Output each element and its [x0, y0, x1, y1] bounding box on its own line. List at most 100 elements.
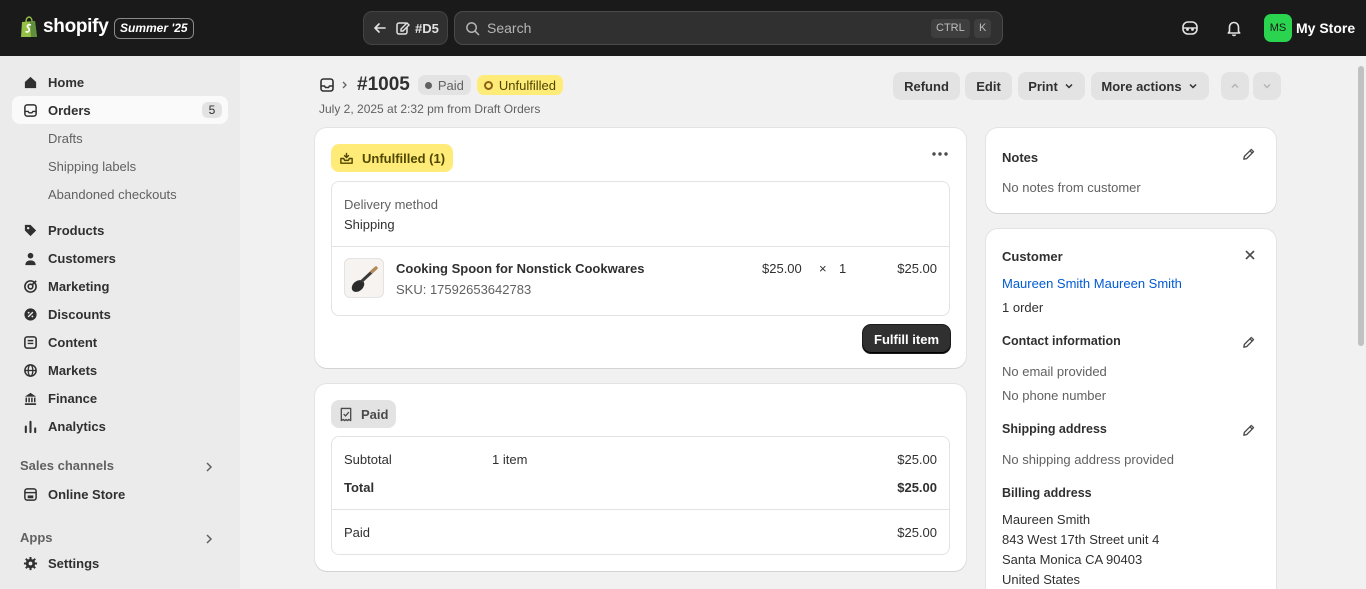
- sidebar-item-home[interactable]: Home: [12, 68, 228, 96]
- bar-chart-icon: [22, 418, 38, 434]
- tag-icon: [22, 222, 38, 238]
- billing-line: 843 West 17th Street unit 4: [1002, 532, 1160, 547]
- content-icon: [22, 334, 38, 350]
- inbox-icon[interactable]: [319, 77, 335, 93]
- order-header: #1005 Paid Unfulfilled: [319, 74, 569, 96]
- customer-title: Customer: [1002, 249, 1063, 264]
- brand-name: shopify: [43, 16, 109, 37]
- customer-card: Customer Maureen Smith Maureen Smith 1 o…: [986, 229, 1276, 589]
- sidebar-item-label: Finance: [48, 390, 98, 406]
- sidebar-item-online-store[interactable]: Online Store: [12, 480, 228, 508]
- sidebar-item-label: Home: [48, 74, 85, 90]
- search-bar[interactable]: CTRL K: [454, 11, 1003, 45]
- shopify-bag-icon: [21, 16, 37, 37]
- tag-label: Unfulfilled (1): [362, 150, 446, 166]
- pencil-icon[interactable]: [1241, 335, 1256, 350]
- sales-channels-heading[interactable]: Sales channels: [20, 458, 114, 473]
- bell-icon[interactable]: [1222, 16, 1246, 40]
- shortcut-k-key: K: [974, 19, 992, 38]
- scrollbar-thumb[interactable]: [1358, 66, 1364, 346]
- sidebar-item-analytics[interactable]: Analytics: [12, 412, 228, 440]
- fulfillment-card: Unfulfilled (1) Delivery method Shipping…: [315, 128, 966, 368]
- product-thumbnail[interactable]: [344, 258, 384, 298]
- scrollbar[interactable]: [1356, 56, 1366, 589]
- product-name[interactable]: Cooking Spoon for Nonstick Cookwares: [396, 261, 644, 276]
- paid-label: Paid: [344, 525, 371, 540]
- sidebar-item-content[interactable]: Content: [12, 328, 228, 356]
- arrow-left-icon: [374, 23, 386, 33]
- payment-card: Paid Subtotal 1 item $25.00 Total $25.00…: [315, 384, 966, 571]
- billing-address-title: Billing address: [1002, 486, 1092, 500]
- paid-tag: Paid: [331, 400, 397, 428]
- sidebar-item-finance[interactable]: Finance: [12, 384, 228, 412]
- sidebar-item-marketing[interactable]: Marketing: [12, 272, 228, 300]
- sidebar-item-abandoned-checkouts[interactable]: Abandoned checkouts: [48, 187, 177, 202]
- billing-line: Santa Monica CA 90403: [1002, 552, 1143, 567]
- sidebar-item-label: Settings: [48, 555, 100, 571]
- previous-order-button[interactable]: [1221, 72, 1249, 100]
- edition-badge[interactable]: Summer '25: [114, 18, 194, 39]
- contact-phone: No phone number: [1002, 388, 1107, 403]
- sidebar-item-label: Customers: [48, 250, 116, 266]
- fulfillment-details: Delivery method Shipping Cooking Spoon f…: [331, 181, 950, 316]
- gear-icon: [22, 555, 38, 571]
- sidebar-item-products[interactable]: Products: [12, 216, 228, 244]
- globe-icon: [22, 362, 38, 378]
- unfulfilled-box-icon: [340, 152, 353, 164]
- badge-label: Paid: [437, 77, 464, 93]
- tag-label: Paid: [361, 406, 389, 422]
- search-input[interactable]: [487, 20, 907, 36]
- delivery-method-value: Shipping: [344, 217, 395, 232]
- shopify-logo[interactable]: shopify: [20, 16, 109, 38]
- more-actions-button[interactable]: More actions: [1091, 72, 1209, 100]
- subtotal-items: 1 item: [492, 452, 528, 467]
- chevron-right-icon[interactable]: [204, 533, 214, 545]
- sidebar-item-markets[interactable]: Markets: [12, 356, 228, 384]
- chevron-right-icon[interactable]: [204, 461, 214, 473]
- fulfill-item-button[interactable]: Fulfill item: [863, 325, 950, 353]
- chevron-up-icon: [1231, 83, 1239, 89]
- discount-icon: [22, 306, 38, 322]
- store-icon: [22, 486, 38, 502]
- contact-info-title: Contact information: [1002, 334, 1121, 348]
- unfulfilled-tag: Unfulfilled (1): [331, 144, 454, 172]
- cooking-spoon-image: [351, 266, 378, 292]
- top-bar: shopify Summer '25 #D5 CTRL K MS My Stor…: [0, 0, 1366, 56]
- sidebar-item-settings[interactable]: Settings: [12, 549, 228, 577]
- edit-button[interactable]: Edit: [965, 72, 1012, 100]
- line-item-row: Cooking Spoon for Nonstick Cookwares SKU…: [332, 246, 949, 316]
- store-menu[interactable]: MS My Store: [1264, 14, 1355, 42]
- sidebar-item-label: Online Store: [48, 486, 126, 502]
- sidekick-icon[interactable]: [1178, 16, 1202, 40]
- unit-price: $25.00: [762, 261, 802, 276]
- sidebar-item-label: Discounts: [48, 306, 111, 322]
- button-label: Print: [1028, 78, 1058, 94]
- apps-heading[interactable]: Apps: [20, 530, 53, 545]
- breadcrumb-chevron-icon: [342, 81, 347, 89]
- back-button[interactable]: #D5: [363, 11, 448, 45]
- billing-line: Maureen Smith: [1002, 512, 1091, 527]
- shipping-address-title: Shipping address: [1002, 422, 1107, 436]
- divider: [332, 509, 949, 510]
- print-button[interactable]: Print: [1018, 72, 1085, 100]
- order-edit-icon: [396, 22, 410, 35]
- sidebar-item-customers[interactable]: Customers: [12, 244, 228, 272]
- notes-title: Notes: [1002, 150, 1039, 165]
- refund-button[interactable]: Refund: [893, 72, 960, 100]
- more-horizontal-icon[interactable]: [931, 151, 949, 157]
- sidebar-item-orders[interactable]: Orders 5: [12, 96, 228, 124]
- close-icon[interactable]: [1244, 249, 1256, 261]
- pencil-icon[interactable]: [1241, 147, 1256, 162]
- next-order-button[interactable]: [1253, 72, 1281, 100]
- receipt-check-icon: [340, 407, 352, 421]
- sidebar-item-drafts[interactable]: Drafts: [48, 131, 83, 146]
- shipping-address-text: No shipping address provided: [1002, 452, 1174, 467]
- sidebar-item-shipping-labels[interactable]: Shipping labels: [48, 159, 136, 174]
- pencil-icon[interactable]: [1241, 423, 1256, 438]
- target-icon: [22, 278, 38, 294]
- line-total: $25.00: [897, 261, 937, 276]
- button-label: More actions: [1101, 78, 1182, 94]
- customer-name-link[interactable]: Maureen Smith Maureen Smith: [1002, 276, 1182, 291]
- chevron-down-icon: [1189, 83, 1197, 89]
- sidebar-item-discounts[interactable]: Discounts: [12, 300, 228, 328]
